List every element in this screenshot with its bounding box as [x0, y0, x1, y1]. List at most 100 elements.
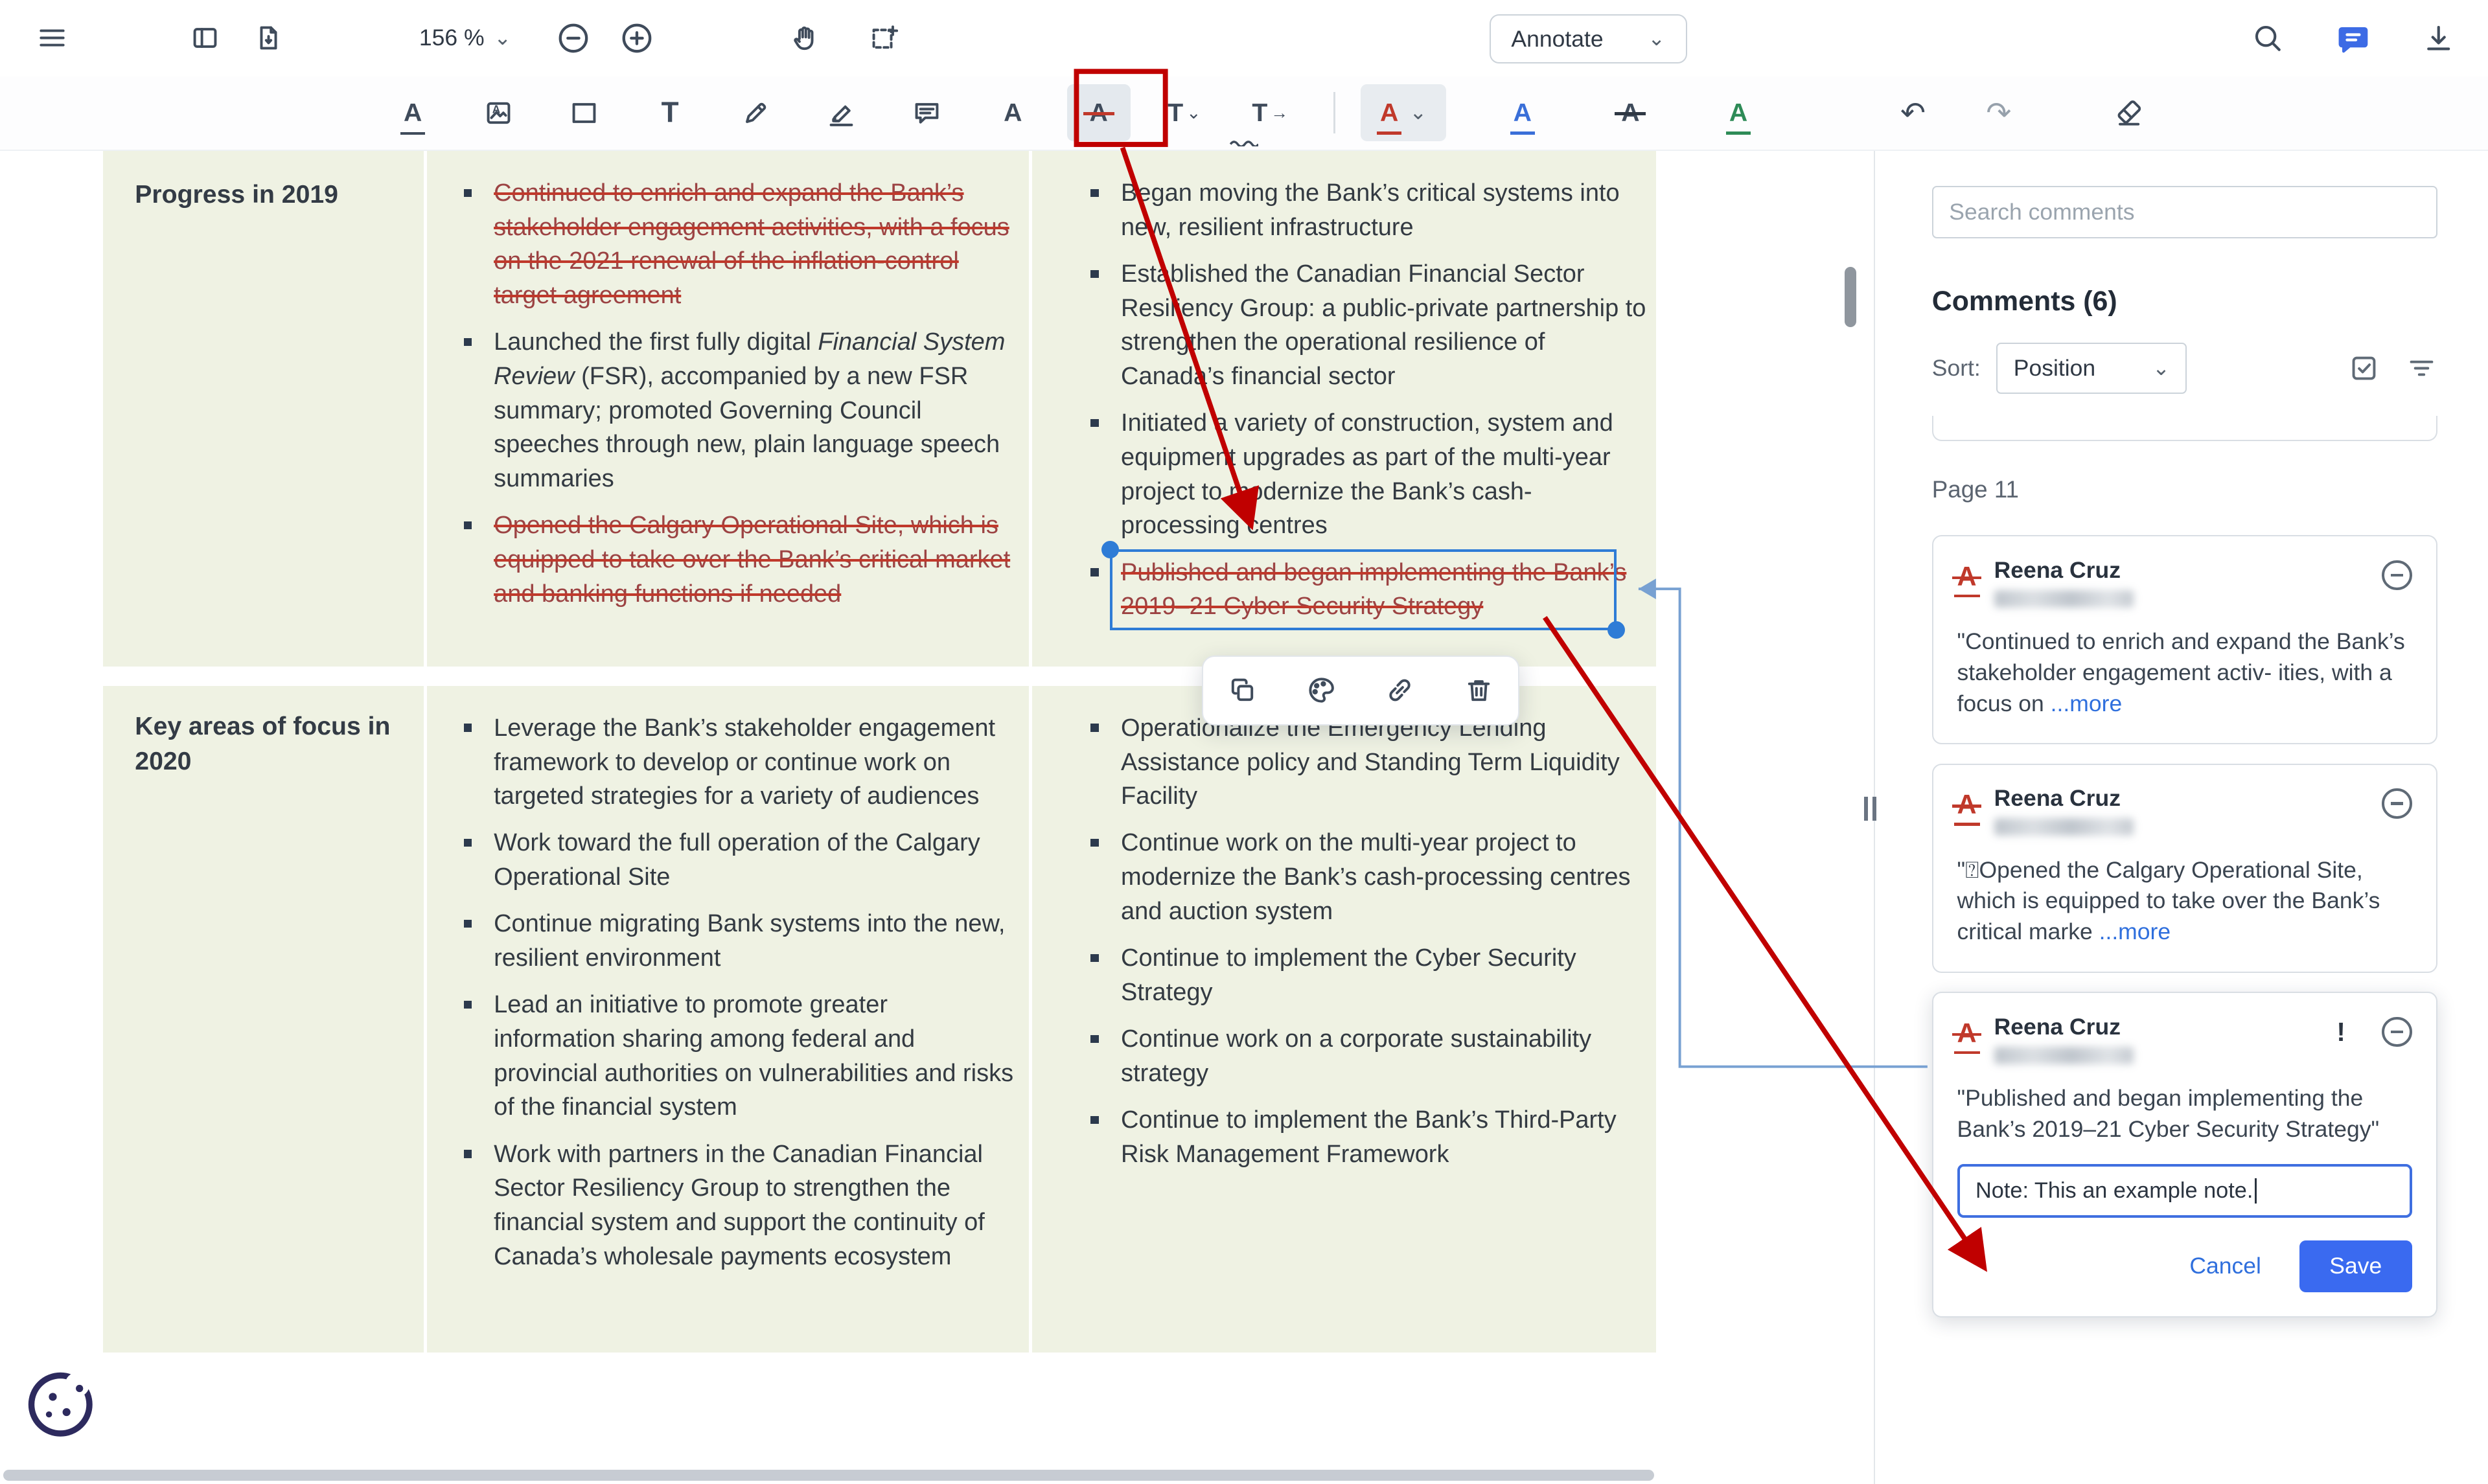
vertical-scrollbar-thumb[interactable]	[1845, 266, 1856, 327]
search-icon	[2251, 21, 2284, 54]
main-toolbar: 156 % ⌄ Annotate ⌄	[0, 0, 2488, 76]
style-preset-black-strike[interactable]: A	[1598, 84, 1662, 141]
comments-bubble-icon	[2336, 21, 2371, 56]
strikeout-tool[interactable]: A	[1066, 84, 1131, 142]
link-annotation-button[interactable]	[1373, 663, 1427, 717]
save-button[interactable]: Save	[2299, 1240, 2412, 1292]
ink-pen-tool[interactable]	[724, 84, 787, 141]
palette-icon	[1306, 674, 1337, 706]
style-green-icon: A	[1726, 98, 1750, 135]
strikeout-annotation-icon: A	[1952, 560, 1982, 599]
collapse-comment-icon[interactable]	[2382, 788, 2412, 819]
list-item: Work with partners in the Canadian Finan…	[461, 1137, 1017, 1274]
style-preset-green[interactable]: A	[1707, 84, 1770, 141]
link-icon	[1384, 674, 1416, 706]
list-item: Began moving the Bank’s critical systems…	[1088, 176, 1648, 244]
sidebar-panel-icon	[189, 22, 221, 54]
selection-handle-top-left[interactable]	[1101, 540, 1119, 558]
insert-text-icon: T	[1168, 98, 1184, 127]
list-item: Opened the Calgary Operational Site, whi…	[461, 508, 1017, 611]
annotation-context-toolbar	[1202, 656, 1520, 725]
sort-label: Sort:	[1931, 354, 1981, 381]
priority-indicator: !	[2336, 1016, 2345, 1047]
panel-resize-handle[interactable]	[1863, 797, 1877, 821]
eraser-icon	[2113, 97, 2145, 129]
redo-icon: ↷	[1986, 96, 2012, 130]
style-preset-red[interactable]: A ⌄	[1360, 84, 1447, 142]
page-mode-button[interactable]	[241, 11, 295, 65]
hamburger-icon	[36, 22, 68, 54]
mode-dropdown[interactable]: Annotate ⌄	[1489, 14, 1687, 63]
selection-handle-bottom-right[interactable]	[1607, 621, 1625, 639]
eraser-button[interactable]	[2097, 84, 2161, 141]
horizontal-scrollbar-thumb[interactable]	[3, 1470, 1655, 1481]
redo-button[interactable]: ↷	[1967, 84, 2031, 141]
list-item: Work toward the full operation of the Ca…	[461, 826, 1017, 894]
replace-text-tool[interactable]: T →	[1238, 84, 1302, 141]
menu-button[interactable]	[25, 11, 79, 65]
chevron-down-icon: ⌄	[1648, 27, 1665, 51]
marquee-zoom-button[interactable]	[857, 11, 911, 65]
bullet-list: Operationalize the Emergency Lending Ass…	[1088, 711, 1648, 1172]
search-button[interactable]	[2240, 11, 2294, 65]
table-row-focus-2020: Key areas of focus in 2020 Leverage the …	[103, 685, 1656, 1353]
select-annotations-button[interactable]	[2348, 352, 2380, 384]
comments-title: Comments (6)	[1931, 286, 2117, 317]
undo-icon: ↶	[1900, 96, 1926, 130]
document-page: Progress in 2019 Continued to enrich and…	[0, 150, 1837, 1465]
color-palette-button[interactable]	[1295, 663, 1348, 717]
annotation-selection-box[interactable]	[1101, 540, 1625, 639]
search-comments-input[interactable]	[1931, 185, 2437, 238]
comment-timestamp-redacted	[1994, 818, 2134, 836]
hand-pan-icon	[789, 22, 821, 54]
sidebar-panel-button[interactable]	[178, 11, 231, 65]
list-item: Continue to implement the Bank’s Third-P…	[1088, 1103, 1648, 1171]
note-tool[interactable]	[895, 84, 959, 141]
zoom-in-button[interactable]	[610, 11, 663, 65]
underline-tool[interactable]: A	[381, 84, 444, 141]
rectangle-tool[interactable]	[553, 84, 616, 141]
zoom-out-button[interactable]	[546, 11, 600, 65]
comments-count: (6)	[2083, 286, 2117, 317]
image-tool[interactable]: A	[466, 84, 530, 141]
list-item: Continue work on the multi-year project …	[1088, 826, 1648, 928]
delete-annotation-button[interactable]	[1452, 663, 1506, 717]
zoom-level-control[interactable]: 156 % ⌄	[419, 25, 511, 51]
more-link[interactable]: ...more	[2099, 919, 2171, 944]
highlighter-tool[interactable]	[810, 84, 873, 141]
style-blue-icon: A	[1510, 98, 1534, 135]
comment-card[interactable]: A Reena Cruz "⍰Opened the Calgary Operat…	[1931, 763, 2437, 973]
row-label: Progress in 2019	[135, 181, 338, 209]
comment-card-active[interactable]: A Reena Cruz ! "Published and began impl…	[1931, 992, 2437, 1318]
more-link[interactable]: ...more	[2051, 691, 2123, 716]
comment-author: Reena Cruz	[1994, 785, 2121, 812]
comment-card[interactable]: A Reena Cruz "Continued to enrich and ex…	[1931, 535, 2437, 745]
note-input-value: Note: This an example note.	[1975, 1178, 2253, 1204]
row-label: Key areas of focus in 2020	[135, 713, 391, 776]
style-preset-blue[interactable]: A	[1491, 84, 1554, 141]
strikeout-annotation-icon: A	[1952, 1017, 1982, 1055]
comment-timestamp-redacted	[1994, 589, 2134, 608]
filter-comments-button[interactable]	[2406, 352, 2437, 384]
sort-row: Sort: Position ⌄	[1931, 343, 2437, 394]
duplicate-icon	[1227, 674, 1258, 706]
undo-button[interactable]: ↶	[1882, 84, 1945, 141]
collapse-comment-icon[interactable]	[2382, 560, 2412, 591]
note-input[interactable]: Note: This an example note.	[1957, 1163, 2412, 1218]
text-tool-icon: T	[661, 97, 679, 129]
download-button[interactable]	[2412, 11, 2465, 65]
insert-text-tool[interactable]: T ⌄	[1153, 84, 1216, 141]
squiggle-tool[interactable]: A	[981, 84, 1258, 146]
comments-panel-button[interactable]	[2326, 11, 2380, 65]
list-item: Continued to enrich and expand the Bank’…	[461, 176, 1017, 313]
pan-tool-button[interactable]	[778, 11, 832, 65]
toolbar-divider	[1333, 92, 1335, 134]
sort-dropdown[interactable]: Position ⌄	[1996, 343, 2187, 394]
cancel-button[interactable]: Cancel	[2189, 1253, 2261, 1279]
brand-logo	[21, 1365, 100, 1451]
duplicate-annotation-button[interactable]	[1215, 663, 1269, 717]
comment-quote: "Continued to enrich and expand the Bank…	[1957, 628, 2405, 716]
download-icon	[2422, 21, 2455, 54]
collapse-comment-icon[interactable]	[2382, 1016, 2412, 1047]
text-tool[interactable]: T	[638, 84, 702, 141]
